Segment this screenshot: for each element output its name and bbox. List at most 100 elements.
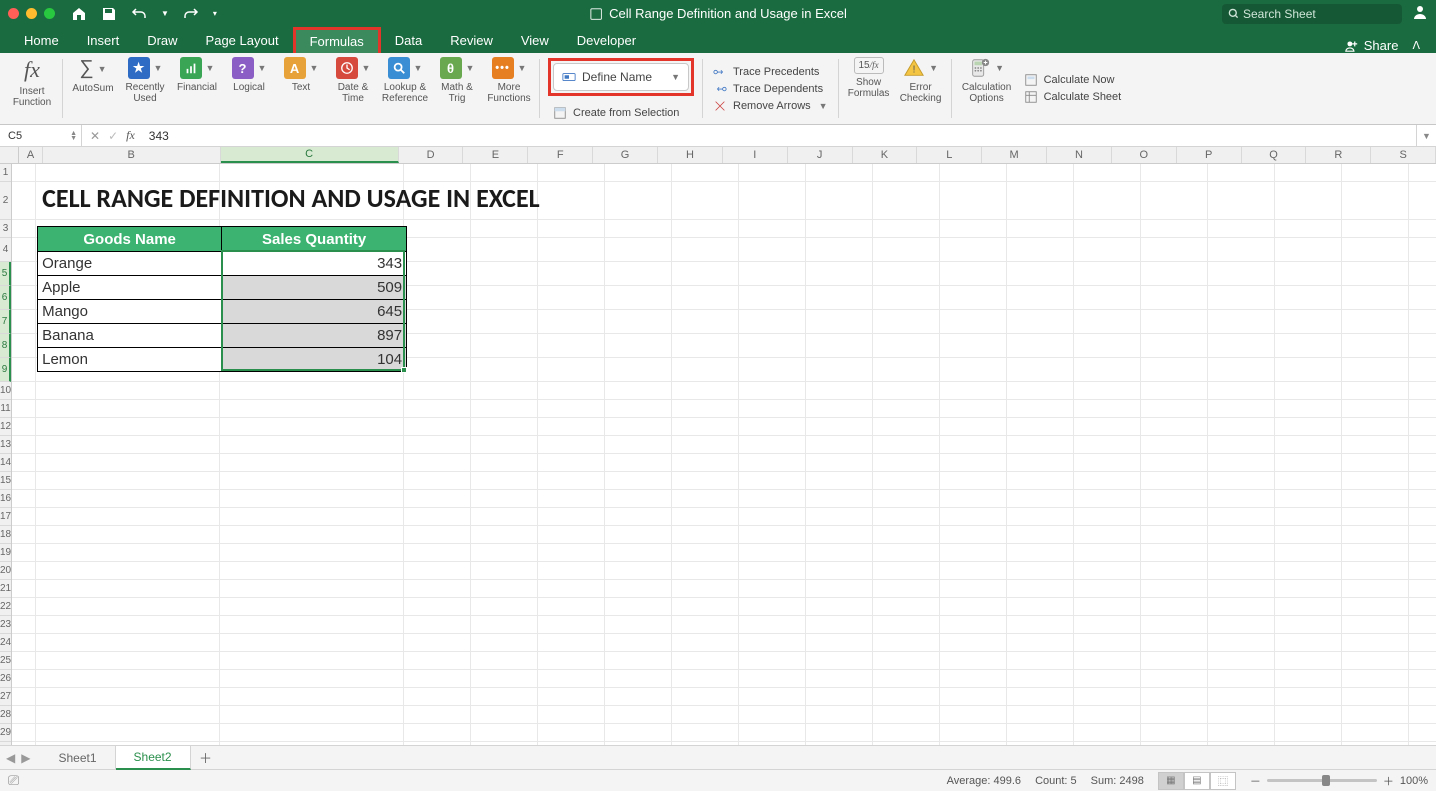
tab-developer[interactable]: Developer: [563, 27, 650, 53]
financial-button[interactable]: ▼ Financial: [171, 53, 223, 124]
cell-goods[interactable]: Apple: [38, 276, 222, 299]
zoom-slider[interactable]: [1267, 779, 1377, 782]
zoom-out-button[interactable]: －: [1250, 773, 1261, 789]
page-layout-view-button[interactable]: ▤: [1184, 772, 1210, 790]
row-header[interactable]: 12: [0, 418, 11, 436]
sheet-tab-sheet1[interactable]: Sheet1: [40, 746, 115, 770]
select-all-corner[interactable]: [0, 147, 19, 163]
error-checking-button[interactable]: !▼ Error Checking: [895, 53, 947, 124]
row-header[interactable]: 19: [0, 544, 11, 562]
cell-qty[interactable]: 897: [222, 324, 406, 347]
more-functions-button[interactable]: •••▼ More Functions: [483, 53, 535, 124]
define-name-button[interactable]: Define Name▼: [553, 63, 689, 91]
calculate-now-button[interactable]: Calculate Now: [1024, 73, 1122, 87]
row-header[interactable]: 24: [0, 634, 11, 652]
column-header[interactable]: G: [593, 147, 658, 163]
tab-review[interactable]: Review: [436, 27, 507, 53]
column-header[interactable]: M: [982, 147, 1047, 163]
table-row[interactable]: Apple509: [38, 275, 406, 299]
cell-qty[interactable]: 645: [222, 300, 406, 323]
row-header[interactable]: 29: [0, 724, 11, 742]
tab-draw[interactable]: Draw: [133, 27, 191, 53]
row-header[interactable]: 15: [0, 472, 11, 490]
row-header[interactable]: 23: [0, 616, 11, 634]
cell-goods[interactable]: Orange: [38, 252, 222, 275]
trace-dependents-button[interactable]: Trace Dependents: [713, 82, 828, 96]
collapse-ribbon-icon[interactable]: ᐱ: [1406, 39, 1426, 52]
row-header[interactable]: 14: [0, 454, 11, 472]
logical-button[interactable]: ?▼ Logical: [223, 53, 275, 124]
tab-view[interactable]: View: [507, 27, 563, 53]
cell-qty[interactable]: 509: [222, 276, 406, 299]
zoom-in-button[interactable]: ＋: [1383, 773, 1394, 789]
tab-insert[interactable]: Insert: [73, 27, 134, 53]
save-icon[interactable]: [101, 6, 117, 22]
row-header[interactable]: 5: [0, 262, 11, 286]
row-header[interactable]: 20: [0, 562, 11, 580]
row-header[interactable]: 10: [0, 382, 11, 400]
row-header[interactable]: 8: [0, 334, 11, 358]
home-icon[interactable]: [71, 6, 87, 22]
spreadsheet-grid[interactable]: ABCDEFGHIJKLMNOPQRS 12345678910111213141…: [0, 147, 1436, 745]
namebox-down-icon[interactable]: ▼: [70, 136, 77, 141]
column-header[interactable]: J: [788, 147, 853, 163]
add-sheet-button[interactable]: ＋: [191, 748, 221, 767]
column-header[interactable]: K: [853, 147, 918, 163]
formula-input[interactable]: 343: [143, 125, 1416, 146]
redo-icon[interactable]: [183, 6, 199, 22]
row-header[interactable]: 13: [0, 436, 11, 454]
column-header[interactable]: R: [1306, 147, 1371, 163]
column-header[interactable]: H: [658, 147, 723, 163]
page-break-view-button[interactable]: ⿴: [1210, 772, 1236, 790]
autosum-button[interactable]: ∑▼ AutoSum: [67, 53, 119, 124]
row-header[interactable]: 27: [0, 688, 11, 706]
remove-arrows-button[interactable]: Remove Arrows▼: [713, 99, 828, 113]
search-sheet-input[interactable]: Search Sheet: [1222, 4, 1402, 24]
column-header[interactable]: B: [43, 147, 221, 163]
row-header[interactable]: 3: [0, 220, 11, 238]
share-button[interactable]: Share: [1337, 38, 1407, 53]
trace-precedents-button[interactable]: Trace Precedents: [713, 65, 828, 79]
sheet-tab-sheet2[interactable]: Sheet2: [116, 746, 191, 770]
table-row[interactable]: Lemon104: [38, 347, 406, 371]
row-header[interactable]: 7: [0, 310, 11, 334]
column-header[interactable]: N: [1047, 147, 1112, 163]
table-header[interactable]: Sales Quantity: [222, 227, 406, 251]
date-time-button[interactable]: ▼ Date & Time: [327, 53, 379, 124]
table-row[interactable]: Banana897: [38, 323, 406, 347]
calculate-sheet-button[interactable]: Calculate Sheet: [1024, 90, 1122, 104]
row-header[interactable]: 16: [0, 490, 11, 508]
show-formulas-button[interactable]: 15/fx Show Formulas: [843, 53, 895, 124]
undo-icon[interactable]: [131, 6, 147, 22]
qat-customize-icon[interactable]: ▾: [213, 9, 217, 18]
recently-used-button[interactable]: ★▼ Recently Used: [119, 53, 171, 124]
table-header[interactable]: Goods Name: [38, 227, 222, 251]
fx-icon[interactable]: fx: [126, 128, 135, 143]
row-header[interactable]: 17: [0, 508, 11, 526]
column-header[interactable]: E: [463, 147, 528, 163]
sheet-nav-next-icon[interactable]: ▶: [21, 751, 30, 765]
row-header[interactable]: 22: [0, 598, 11, 616]
column-header[interactable]: F: [528, 147, 593, 163]
tab-page-layout[interactable]: Page Layout: [192, 27, 293, 53]
math-trig-button[interactable]: θ▼ Math & Trig: [431, 53, 483, 124]
calculation-options-button[interactable]: ▼ Calculation Options: [956, 53, 1018, 124]
create-from-selection-button[interactable]: Create from Selection: [548, 106, 679, 120]
undo-dropdown-icon[interactable]: ▼: [161, 9, 169, 18]
column-header[interactable]: C: [221, 147, 399, 163]
macro-record-icon[interactable]: ⎚: [8, 772, 19, 789]
row-header[interactable]: 6: [0, 286, 11, 310]
row-header[interactable]: 18: [0, 526, 11, 544]
user-account-icon[interactable]: [1412, 4, 1428, 23]
lookup-reference-button[interactable]: ▼ Lookup & Reference: [379, 53, 431, 124]
row-header[interactable]: 25: [0, 652, 11, 670]
cell-goods[interactable]: Banana: [38, 324, 222, 347]
confirm-edit-icon[interactable]: ✓: [108, 129, 118, 143]
close-window-button[interactable]: [8, 8, 19, 19]
tab-formulas[interactable]: Formulas: [293, 27, 381, 53]
column-header[interactable]: D: [399, 147, 464, 163]
row-header[interactable]: 28: [0, 706, 11, 724]
tab-data[interactable]: Data: [381, 27, 436, 53]
tab-home[interactable]: Home: [10, 27, 73, 53]
column-header[interactable]: A: [19, 147, 42, 163]
